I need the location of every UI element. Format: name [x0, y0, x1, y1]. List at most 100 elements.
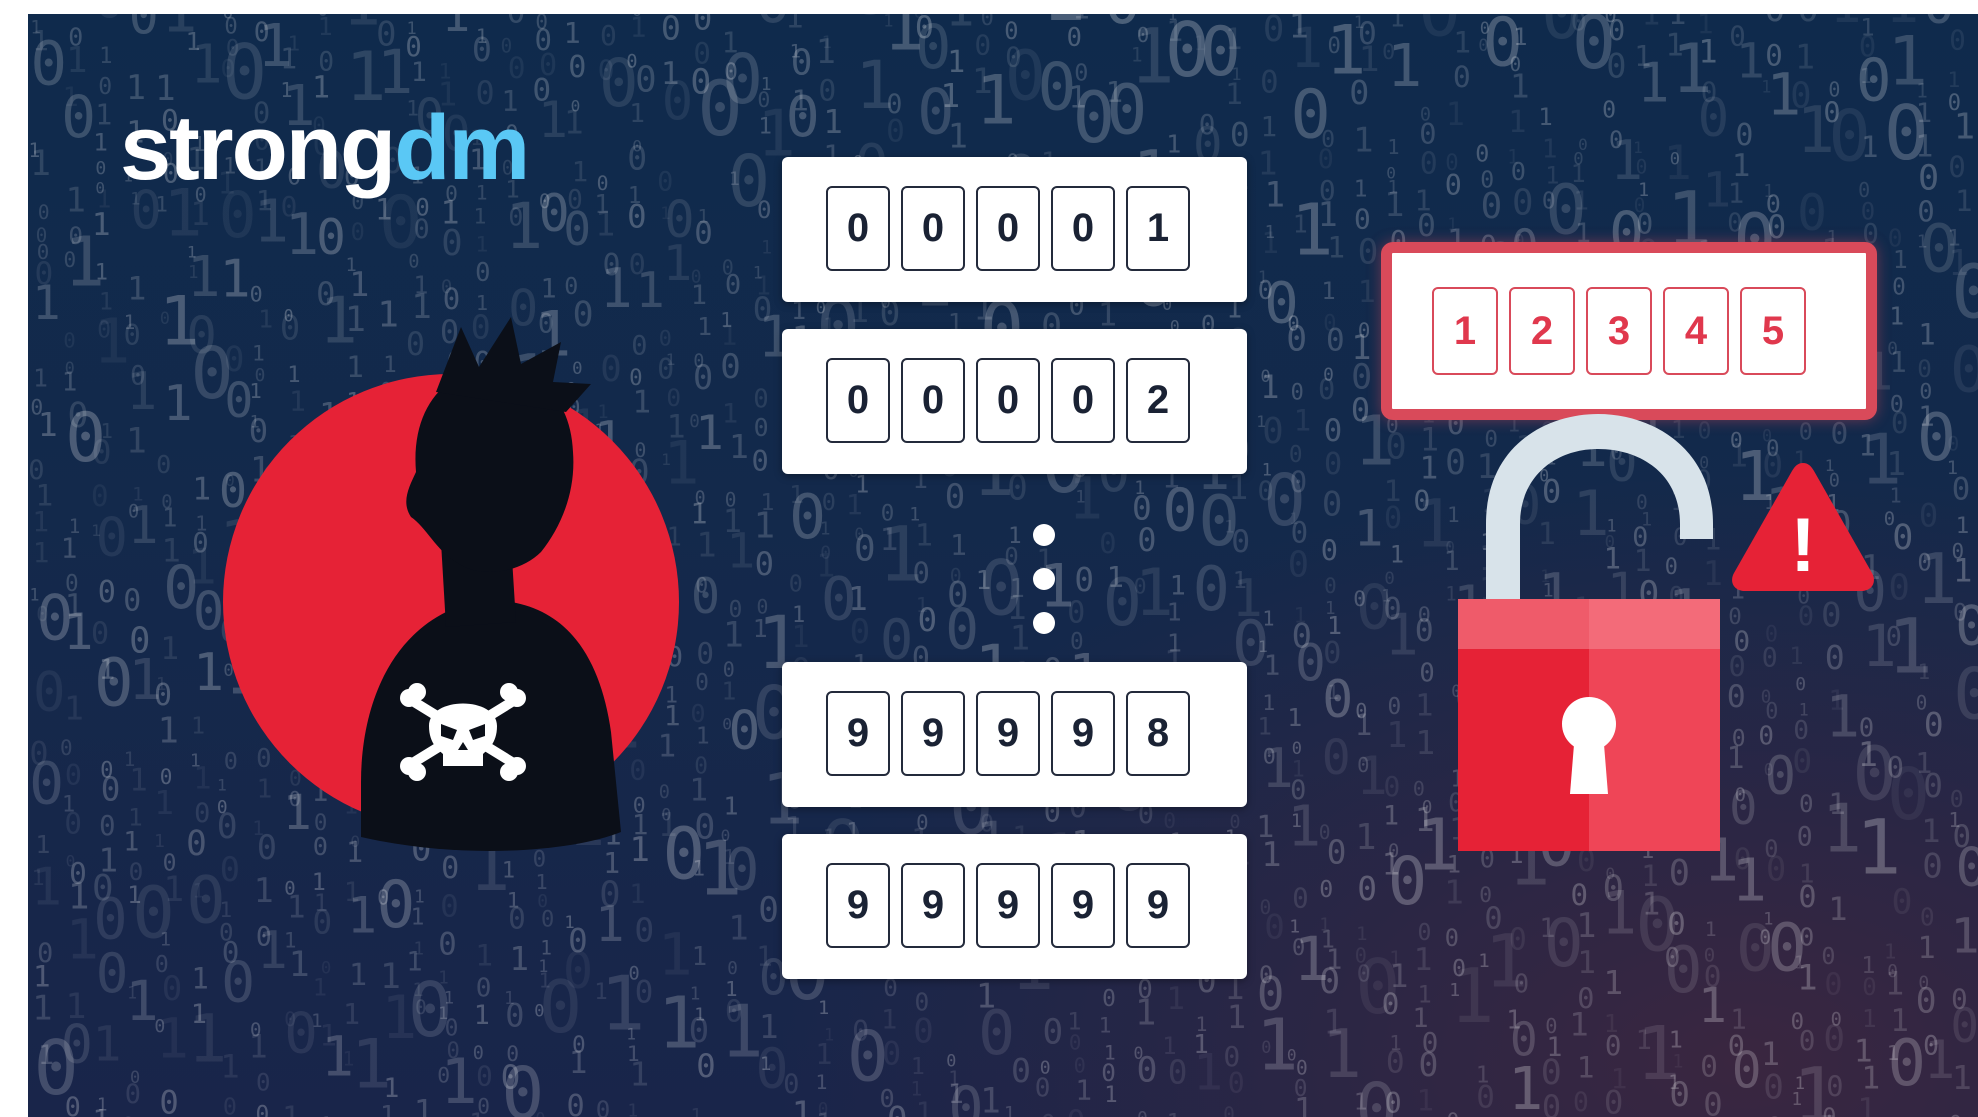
binary-digit: 1	[1193, 1042, 1223, 1101]
binary-digit: 0	[223, 1093, 237, 1117]
binary-digit: 1	[1353, 121, 1373, 160]
binary-digit: 0	[1349, 73, 1369, 112]
binary-digit: 0	[1004, 543, 1019, 571]
binary-digit: 1	[947, 45, 965, 80]
binary-digit: 0	[1956, 836, 1978, 899]
binary-digit: 1	[66, 40, 88, 81]
binary-digit: 1	[846, 488, 863, 521]
binary-digit: 0	[123, 584, 141, 619]
binary-digit: 0	[720, 347, 741, 387]
binary-digit: 1	[792, 1095, 813, 1117]
binary-digit: 1	[1954, 107, 1976, 148]
binary-digit: 0	[1703, 1086, 1722, 1117]
attempt-digit: 8	[1126, 691, 1190, 776]
binary-digit: 0	[505, 997, 524, 1035]
binary-digit: 0	[1385, 1087, 1402, 1117]
pin-digit: 5	[1740, 287, 1806, 375]
attempt-card: 9 9 9 9 9	[782, 834, 1247, 979]
binary-digit: 0	[1573, 1088, 1589, 1117]
binary-digit: 0	[1698, 88, 1730, 149]
binary-digit: 0	[1950, 333, 1978, 407]
binary-digit: 1	[1508, 105, 1526, 140]
binary-digit: 0	[1417, 208, 1436, 244]
binary-digit: 0	[596, 1096, 611, 1117]
binary-digit: 1	[1415, 723, 1435, 762]
binary-digit: 1	[187, 245, 221, 310]
binary-digit: 1	[1573, 186, 1589, 216]
attempt-digit: 9	[1126, 863, 1190, 948]
binary-digit: 0	[221, 951, 255, 1016]
binary-digit: 1	[689, 772, 708, 808]
binary-digit: 1	[1886, 445, 1906, 483]
binary-digit: 1	[595, 896, 624, 953]
binary-digit: 0	[1732, 1041, 1762, 1099]
binary-digit: 0	[1950, 999, 1978, 1054]
binary-digit: 0	[1319, 876, 1333, 903]
binary-digit: 0	[1263, 14, 1285, 50]
binary-digit: 1	[1705, 918, 1717, 941]
binary-digit: 1	[191, 962, 208, 996]
binary-digit: 0	[752, 444, 769, 478]
binary-digit: 0	[1413, 777, 1425, 800]
strongdm-logo: strongdm	[120, 88, 530, 208]
binary-digit: 1	[1955, 184, 1973, 218]
binary-digit: 0	[98, 575, 116, 610]
binary-digit: 1	[38, 405, 58, 444]
binary-digit: 0	[1286, 319, 1307, 359]
binary-digit: 1	[1355, 708, 1373, 742]
binary-digit: 1	[156, 1007, 189, 1071]
binary-digit: 0	[693, 14, 712, 37]
binary-digit: 0	[1920, 903, 1935, 932]
binary-digit: 0	[1011, 1051, 1031, 1090]
binary-digit: 0	[1636, 155, 1648, 178]
binary-digit: 0	[918, 601, 937, 639]
binary-digit: 1	[569, 1045, 588, 1081]
binary-digit: 0	[508, 901, 526, 935]
binary-digit: 1	[163, 870, 184, 910]
binary-digit: 1	[249, 1029, 268, 1065]
binary-digit: 1	[916, 1096, 933, 1117]
binary-digit: 1	[220, 1048, 239, 1086]
binary-digit: 1	[1227, 998, 1246, 1036]
binary-digit: 0	[1821, 942, 1835, 970]
binary-digit: 0	[125, 1079, 141, 1110]
binary-digit: 1	[658, 921, 693, 989]
binary-digit: 1	[1135, 993, 1157, 1034]
binary-digit: 1	[1698, 979, 1727, 1034]
binary-digit: 0	[1768, 1114, 1782, 1117]
binary-digit: 1	[818, 998, 829, 1019]
binary-digit: 1	[158, 710, 179, 751]
binary-digit: 1	[126, 362, 157, 422]
binary-digit: 1	[1356, 924, 1367, 945]
binary-digit: 1	[691, 1105, 703, 1117]
binary-digit: 0	[1892, 883, 1913, 923]
binary-digit: 0	[1260, 66, 1278, 101]
binary-digit: 1	[191, 712, 205, 740]
binary-digit: 0	[1919, 496, 1938, 534]
binary-digit: 0	[60, 736, 73, 760]
binary-digit: 0	[33, 661, 66, 724]
binary-digit: 0	[662, 72, 693, 132]
binary-digit: 1	[31, 857, 62, 917]
binary-digit: 1	[154, 783, 174, 822]
binary-digit: 0	[1542, 1088, 1561, 1117]
binary-digit: 1	[1261, 835, 1281, 874]
binary-digit: 1	[380, 1101, 395, 1117]
binary-digit: 1	[1576, 906, 1596, 945]
padlock-shackle	[1486, 414, 1713, 614]
binary-digit: 1	[1261, 110, 1278, 143]
binary-digit: 0	[1067, 1104, 1086, 1117]
binary-digit: 1	[318, 14, 333, 41]
attempt-digit: 9	[976, 863, 1040, 948]
binary-digit: 1	[1952, 1058, 1972, 1097]
binary-digit: 1	[475, 939, 493, 973]
binary-digit: 0	[1322, 670, 1353, 730]
binary-digit: 0	[101, 771, 121, 809]
binary-digit: 0	[441, 223, 462, 264]
binary-digit: 0	[1822, 1103, 1836, 1117]
binary-digit: 0	[99, 811, 115, 842]
binary-digit: 0	[725, 269, 741, 300]
binary-digit: 0	[1792, 741, 1812, 780]
binary-digit: 1	[1890, 346, 1907, 379]
binary-digit: 1	[1951, 908, 1978, 964]
